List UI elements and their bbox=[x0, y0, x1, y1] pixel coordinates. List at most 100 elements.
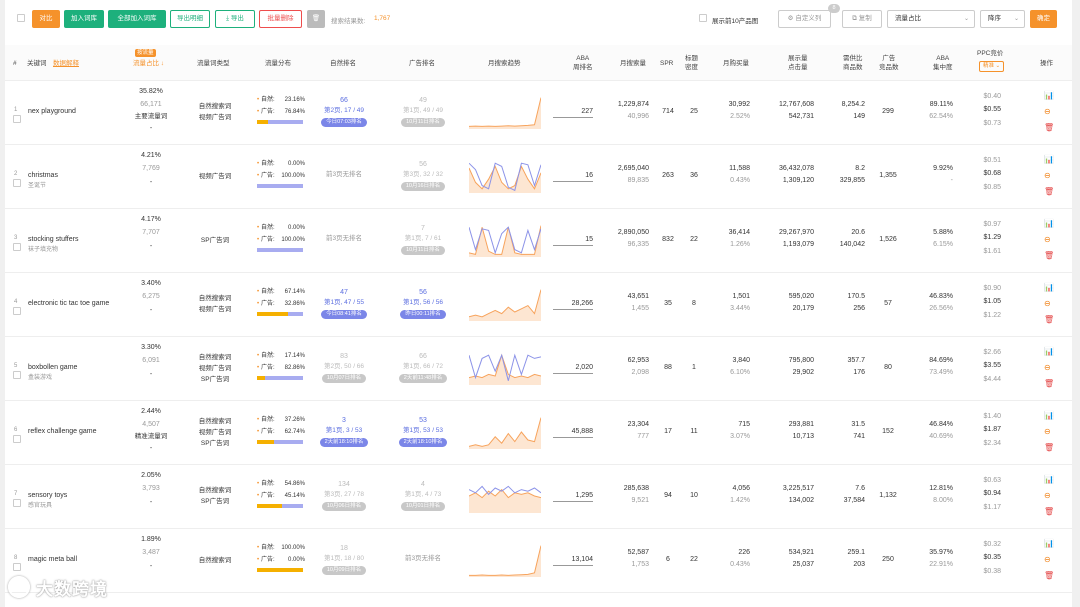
impressions: 534,921 bbox=[788, 549, 814, 556]
ad-pct: 62.74% bbox=[284, 429, 305, 435]
monthly-trend-sparkline[interactable] bbox=[469, 159, 541, 193]
ad-pct: 100.00% bbox=[281, 237, 305, 243]
delete-icon[interactable]: 🗑 bbox=[1044, 379, 1054, 388]
aba-concentration-2: - bbox=[950, 177, 953, 184]
bulk-delete-button[interactable]: 批量删除 bbox=[259, 10, 302, 28]
ad-rank-pill: 2天前11:48排名 bbox=[398, 374, 448, 383]
monthly-trend-sparkline[interactable] bbox=[469, 543, 541, 577]
row-checkbox[interactable] bbox=[13, 435, 21, 443]
chart-icon[interactable]: 📊 bbox=[1044, 347, 1054, 356]
row-checkbox[interactable] bbox=[13, 371, 21, 379]
row-checkbox[interactable] bbox=[13, 563, 21, 571]
confirm-button[interactable]: 确定 bbox=[1030, 10, 1057, 28]
monthly-trend-sparkline[interactable] bbox=[469, 415, 541, 449]
delete-icon[interactable]: 🗑 bbox=[1044, 187, 1054, 196]
col-ad-products[interactable]: 广告 竞品数 bbox=[879, 54, 899, 72]
minus-circle-icon[interactable]: ⊖ bbox=[1044, 299, 1051, 308]
ad-label: 广告: bbox=[261, 237, 275, 243]
trash-button[interactable]: 🗑 bbox=[307, 10, 325, 28]
row-checkbox[interactable] bbox=[13, 243, 21, 251]
row-checkbox[interactable] bbox=[13, 179, 21, 187]
natural-label: 自然: bbox=[261, 481, 275, 487]
keyword-link[interactable]: reflex challenge game bbox=[28, 427, 97, 437]
delete-icon[interactable]: 🗑 bbox=[1044, 251, 1054, 260]
keyword-link[interactable]: nex playground bbox=[28, 107, 76, 117]
compare-button[interactable]: 对比 bbox=[32, 10, 60, 28]
copy-label: 复制 bbox=[858, 15, 872, 22]
col-word-type[interactable]: 流量词类型 bbox=[197, 59, 230, 68]
table-row: 5 boxbollen game 盒装游戏 3.30% 6,091 - 自然搜索词 视频广告词… bbox=[5, 337, 1072, 401]
col-natural-rank[interactable]: 自然排名 bbox=[330, 59, 356, 68]
chart-icon[interactable]: 📊 bbox=[1044, 155, 1054, 164]
minus-circle-icon[interactable]: ⊖ bbox=[1044, 171, 1051, 180]
delete-icon[interactable]: 🗑 bbox=[1044, 443, 1054, 452]
monthly-trend-sparkline[interactable] bbox=[469, 351, 541, 385]
minus-circle-icon[interactable]: ⊖ bbox=[1044, 491, 1051, 500]
col-monthly-search[interactable]: 月搜索量 bbox=[620, 59, 646, 68]
chart-icon[interactable]: 📊 bbox=[1044, 475, 1054, 484]
delete-icon[interactable]: 🗑 bbox=[1044, 315, 1054, 324]
natural-label: 自然: bbox=[261, 545, 275, 551]
col-title-density[interactable]: 标题 密度 bbox=[685, 54, 698, 72]
monthly-trend-sparkline[interactable] bbox=[469, 223, 541, 257]
row-checkbox[interactable] bbox=[13, 115, 21, 123]
monthly-search: 23,304 bbox=[627, 421, 649, 428]
monthly-trend-sparkline[interactable] bbox=[469, 95, 541, 129]
chart-icon[interactable]: 📊 bbox=[1044, 91, 1054, 100]
export-button[interactable]: ⤓ 导出 bbox=[215, 10, 255, 28]
sort-field-select[interactable]: 流量占比 ⌄ bbox=[887, 10, 975, 28]
keyword-link[interactable]: sensory toys bbox=[28, 491, 67, 501]
col-aba-concentration[interactable]: ABA 集中度 bbox=[933, 54, 953, 72]
keyword-link[interactable]: boxbollen game bbox=[28, 363, 77, 373]
chart-icon[interactable]: 📊 bbox=[1044, 283, 1054, 292]
ppc-mid: $0.35 bbox=[983, 554, 1001, 561]
chart-icon[interactable]: 📊 bbox=[1044, 219, 1054, 228]
keyword-link[interactable]: magic meta ball bbox=[28, 555, 77, 565]
daily-search: 2,098 bbox=[631, 369, 649, 376]
add-all-button[interactable]: 全部加入词库 bbox=[108, 10, 166, 28]
select-all-checkbox[interactable] bbox=[17, 14, 25, 22]
traffic-share: 2.44% bbox=[141, 408, 161, 415]
traffic-bar bbox=[257, 376, 303, 380]
col-traffic-dist[interactable]: 流量分布 bbox=[265, 59, 291, 68]
col-keyword[interactable]: 关键词 bbox=[27, 59, 47, 68]
row-checkbox[interactable] bbox=[13, 307, 21, 315]
keyword-link[interactable]: stocking stuffers bbox=[28, 235, 78, 245]
delete-icon[interactable]: 🗑 bbox=[1044, 571, 1054, 580]
monthly-trend-sparkline[interactable] bbox=[469, 287, 541, 321]
keyword-link[interactable]: christmas bbox=[28, 171, 58, 181]
delete-icon[interactable]: 🗑 bbox=[1044, 123, 1054, 132]
custom-columns-button[interactable]: ⚙ 自定义列 bbox=[778, 10, 831, 28]
chart-icon[interactable]: 📊 bbox=[1044, 411, 1054, 420]
monthly-trend-sparkline[interactable] bbox=[469, 479, 541, 513]
delete-icon[interactable]: 🗑 bbox=[1044, 507, 1054, 516]
data-source-link[interactable]: 数据解释 bbox=[53, 59, 79, 68]
col-monthly-purchase[interactable]: 月购买量 bbox=[723, 59, 749, 68]
ppc-match-select[interactable]: 精准 ⌄ bbox=[979, 61, 1005, 72]
col-aba-rank[interactable]: ABA 周排名 bbox=[573, 54, 593, 72]
minus-circle-icon[interactable]: ⊖ bbox=[1044, 107, 1051, 116]
sort-order-select[interactable]: 降序 ⌄ bbox=[980, 10, 1025, 28]
row-checkbox[interactable] bbox=[13, 499, 21, 507]
col-traffic-share[interactable]: 流量占比 ↓ bbox=[133, 59, 164, 68]
col-ppc[interactable]: PPC竞价 bbox=[977, 49, 1003, 58]
export-detail-button[interactable]: 导出明细 bbox=[170, 10, 210, 28]
traffic-share: 4.21% bbox=[141, 152, 161, 159]
minus-circle-icon[interactable]: ⊖ bbox=[1044, 235, 1051, 244]
col-monthly-trend[interactable]: 月搜索趋势 bbox=[488, 59, 521, 68]
chart-icon[interactable]: 📊 bbox=[1044, 539, 1054, 548]
col-supply-demand[interactable]: 需供比 商品数 bbox=[843, 54, 863, 72]
minus-circle-icon[interactable]: ⊖ bbox=[1044, 427, 1051, 436]
traffic-share-count: 3,793 bbox=[142, 485, 160, 492]
add-to-library-button[interactable]: 加入词库 bbox=[64, 10, 104, 28]
minus-circle-icon[interactable]: ⊖ bbox=[1044, 555, 1051, 564]
copy-button[interactable]: ⧉ 复制 bbox=[842, 10, 882, 28]
monthly-purchase: 36,414 bbox=[728, 229, 750, 236]
minus-circle-icon[interactable]: ⊖ bbox=[1044, 363, 1051, 372]
aba-concentration-2: 73.49% bbox=[929, 369, 953, 376]
col-ad-rank[interactable]: 广告排名 bbox=[409, 59, 435, 68]
show-top10-checkbox[interactable] bbox=[699, 14, 707, 22]
col-impressions[interactable]: 展示量 点击量 bbox=[788, 54, 808, 72]
keyword-link[interactable]: electronic tic tac toe game bbox=[28, 299, 109, 309]
col-spr[interactable]: SPR bbox=[660, 59, 673, 68]
